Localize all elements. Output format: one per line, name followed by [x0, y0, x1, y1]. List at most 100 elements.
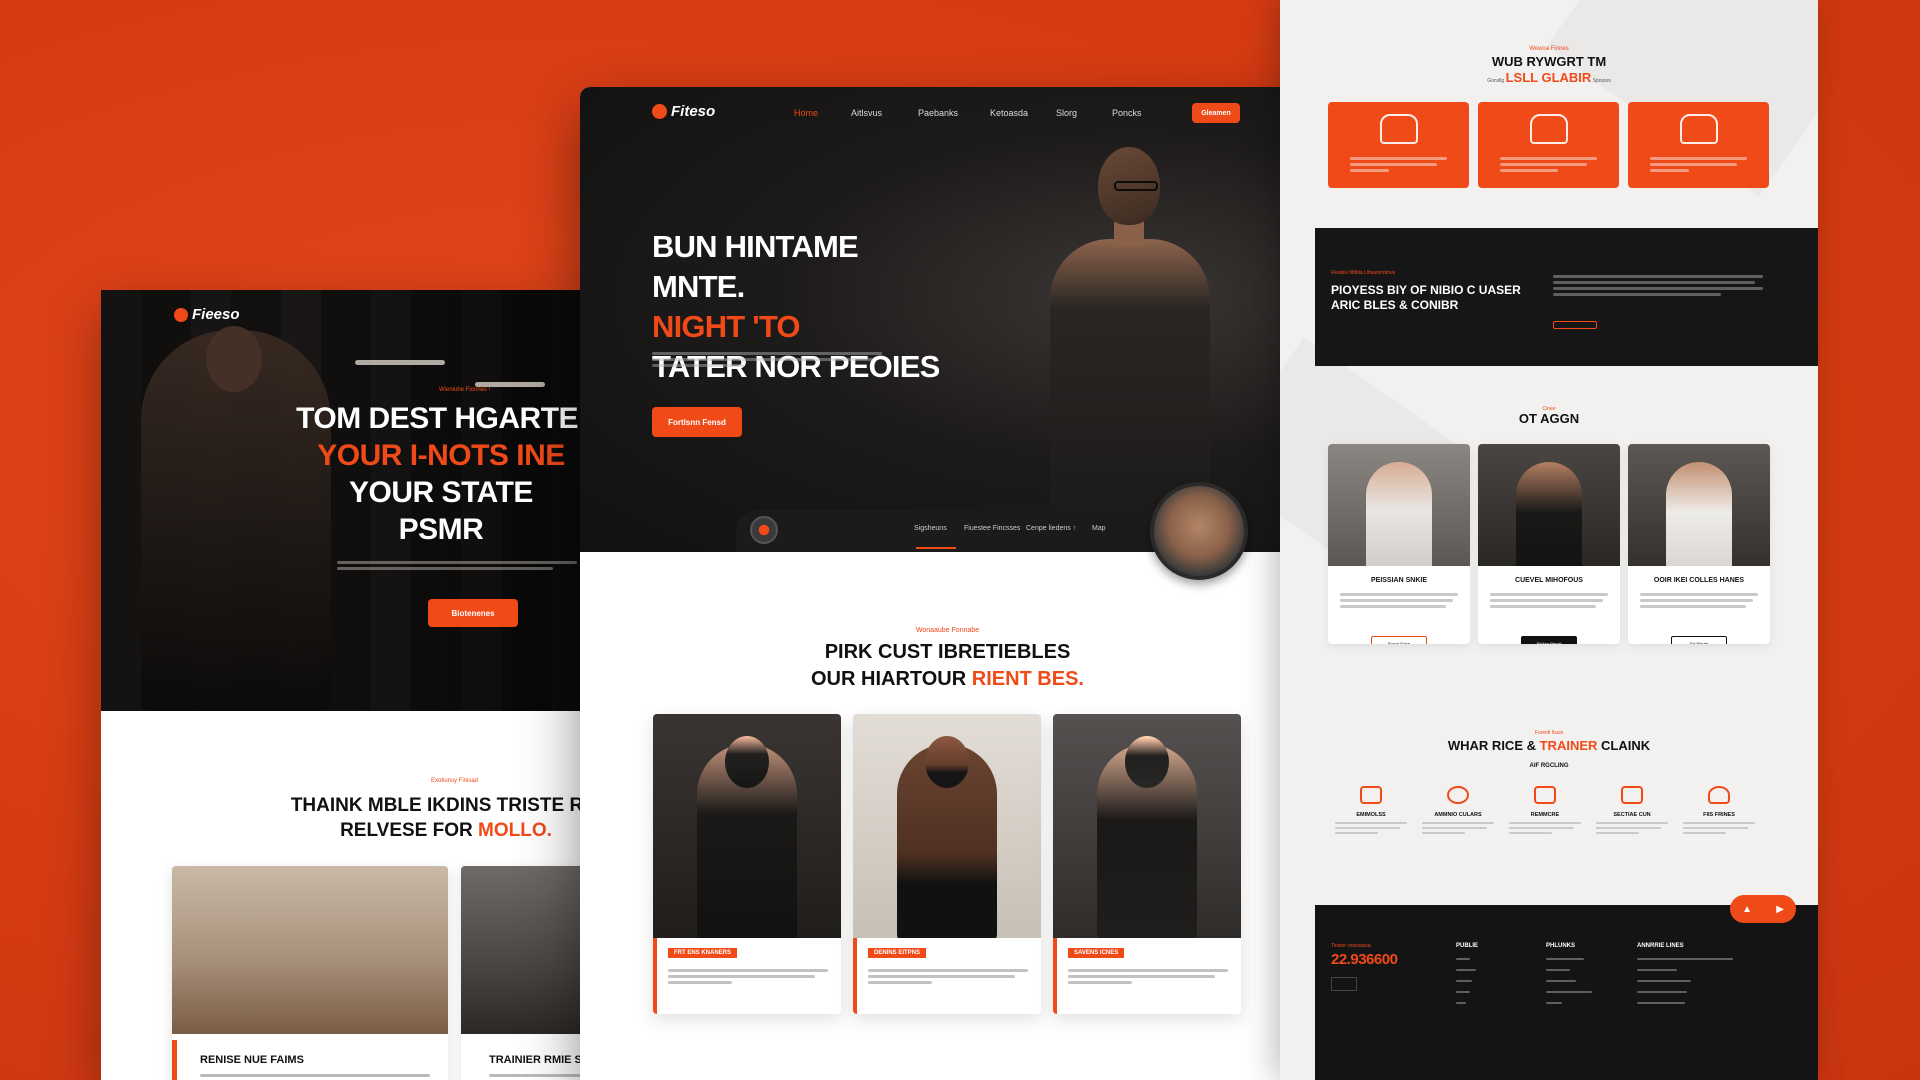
why-item-description [1335, 822, 1407, 834]
center-section-title-line1: PIRK CUST IBRETIEBLES [824, 641, 1071, 663]
left-program-card[interactable]: TRAINIER RMIE S [461, 866, 581, 1080]
trainer-description [668, 966, 828, 987]
team-title: OT AGGN [1518, 411, 1580, 426]
footer-phone[interactable]: 22.936600 [1331, 951, 1398, 968]
fire-icon[interactable]: ▲ [1742, 904, 1752, 915]
why-title-prefix: WHAR RICE & [1447, 738, 1540, 753]
left-hero-title-line: YOUR I-NOTS INE [317, 439, 565, 472]
why-eyebrow: Forentl Ilsuis [1534, 730, 1564, 736]
left-program-card[interactable]: RENISE NUE FAIMS [172, 866, 448, 1080]
about-paragraph [1553, 272, 1763, 299]
feature-card[interactable] [1328, 102, 1469, 188]
about-link[interactable] [1553, 321, 1597, 329]
member-figure [1366, 462, 1432, 566]
why-item-label: EMIMOLSS [1356, 812, 1386, 818]
trainer-description [868, 966, 1028, 987]
subnav-item[interactable]: Sigsheuns [914, 525, 947, 532]
features-title-prefix: Gonsllg [1487, 78, 1506, 84]
nav-item[interactable]: Paebanks [918, 108, 990, 118]
team-member-card[interactable]: CUEVEL MIHOFOUS Biri4ea Peunli [1478, 444, 1620, 644]
member-button[interactable]: Biri4ea Peunli [1521, 636, 1577, 644]
trainer-tag: DENINS EITPNS [868, 948, 927, 958]
features-title-accent: LSLL GLABIR [1505, 70, 1592, 85]
team-member-card[interactable]: PEISSIAN SNKIE Brusni Fuise [1328, 444, 1470, 644]
nav-item[interactable]: Poncks [1112, 108, 1162, 118]
card-description [489, 1071, 581, 1080]
trainer-figure [897, 744, 997, 938]
left-section-title-accent: MOLLO. [478, 820, 552, 841]
member-name: OOIR IKEI COLLES HANES [1653, 577, 1745, 584]
feature-card[interactable] [1478, 102, 1619, 188]
trainer-card[interactable]: FRT ENS KNANERS [653, 714, 841, 1014]
about-title-line2: ARIC BLES & CONIBR [1331, 298, 1459, 312]
nav-cta-button[interactable]: Gleamen [1192, 103, 1240, 123]
member-description [1640, 590, 1758, 611]
logo-icon [652, 104, 667, 119]
right-page-mockup: Wewoa Finnes WUB RYWGRT TM Gonsllg LSLL … [1280, 0, 1818, 1080]
left-hero: Fieeso Wieniuhe Fionnes ! TOM DEST HGART… [101, 290, 581, 711]
sub-navigation: Sigsheuns Fiuestee Fincsses Cenpe lieden… [736, 510, 1206, 552]
center-logo[interactable]: Fiteso [652, 103, 715, 120]
why-item-description [1422, 822, 1494, 834]
nav-item[interactable]: Aitlsvus [851, 108, 918, 118]
badge-icon [750, 516, 778, 544]
about-band: Flewbis fiMbla Llifaanmdmus PIOYESS BIY … [1315, 228, 1818, 366]
trainer-card[interactable]: DENINS EITPNS [853, 714, 1041, 1014]
nav-item[interactable]: Ketoasda [990, 108, 1056, 118]
team-member-card[interactable]: OOIR IKEI COLLES HANES Sai Bleuits [1628, 444, 1770, 644]
member-photo [1628, 444, 1770, 566]
feature-description [1650, 154, 1747, 175]
left-hero-title-line: YOUR STATE [349, 476, 533, 509]
footer-phone-label: Tiostor vsoisasisa [1331, 943, 1371, 949]
card-accent-bar [1053, 938, 1057, 1014]
trainer-figure [1097, 744, 1197, 938]
center-hero-description [652, 349, 882, 370]
left-hero-eyebrow: Wieniuhe Fionnes ! [439, 387, 491, 393]
card-description [200, 1071, 430, 1080]
center-hero-button[interactable]: Fortlsnn Fensd [652, 407, 742, 437]
why-item: REMMCRE [1502, 786, 1588, 837]
trainer-photo [853, 714, 1041, 938]
trainer-figure [697, 744, 797, 938]
main-nav: Home Aitlsvus Paebanks Ketoasda Slorg Po… [794, 108, 1162, 118]
footer-column: PUBLIE [1456, 943, 1478, 1013]
hero-title-line1: BUN HINTAME [652, 229, 859, 264]
features-title-line1: WUB RYWGRT TM [1491, 54, 1607, 69]
monitor-icon [1534, 786, 1556, 804]
features-title: WUB RYWGRT TM Gonsllg LSLL GLABIR Spossr… [1280, 54, 1818, 89]
left-logo[interactable]: Fieeso [174, 306, 240, 323]
center-section-title-prefix: OUR HIARTOUR [811, 668, 972, 690]
subnav-item[interactable]: Fiuestee Fincsses [964, 525, 1020, 532]
member-photo [1328, 444, 1470, 566]
subnav-item[interactable]: Map [1092, 525, 1106, 532]
subnav-item[interactable]: Cenpe liedens ↑ [1026, 525, 1076, 532]
features-eyebrow: Wewoa Finnes [1529, 46, 1569, 52]
play-icon[interactable]: ▶ [1776, 904, 1784, 915]
footer-logo [1331, 977, 1357, 991]
gear-icon [1447, 786, 1469, 804]
footer-column-title: PUBLIE [1456, 943, 1479, 949]
card-caption: TRAINIER RMIE S [489, 1054, 581, 1066]
trainer-card[interactable]: SAVENS ICNES [1053, 714, 1241, 1014]
member-description [1490, 590, 1608, 611]
center-page-mockup: Fiteso Home Aitlsvus Paebanks Ketoasda S… [580, 87, 1315, 1080]
trainer-avatar[interactable] [1150, 482, 1248, 580]
nav-item[interactable]: Slorg [1056, 108, 1112, 118]
why-subtitle: AIF RGCLING [1529, 763, 1569, 769]
member-name: CUEVEL MIHOFOUS [1515, 577, 1583, 584]
feature-card[interactable] [1628, 102, 1769, 188]
hero-title-line2-prefix: MNTE. [652, 269, 745, 304]
footer-column-title: PHLUNKS [1546, 943, 1576, 949]
about-eyebrow: Flewbis fiMbla Llifaanmdmus [1331, 270, 1396, 276]
trainer-description [1068, 966, 1228, 987]
member-button[interactable]: Brusni Fuise [1371, 636, 1427, 644]
left-hero-button[interactable]: Biotenenes [428, 599, 518, 627]
left-section-title-prefix: RELVESE FOR [340, 820, 479, 841]
left-hero-title-line: TOM DEST HGARTEI [296, 402, 581, 435]
clipboard-icon [1621, 786, 1643, 804]
why-item: AMMNIO CULARS [1415, 786, 1501, 837]
member-figure [1666, 462, 1732, 566]
nav-home[interactable]: Home [794, 108, 851, 118]
left-section-title-line1: THAINK MBLE IKDINS TRISTE RIX [290, 795, 581, 816]
member-button[interactable]: Sai Bleuits [1671, 636, 1727, 644]
